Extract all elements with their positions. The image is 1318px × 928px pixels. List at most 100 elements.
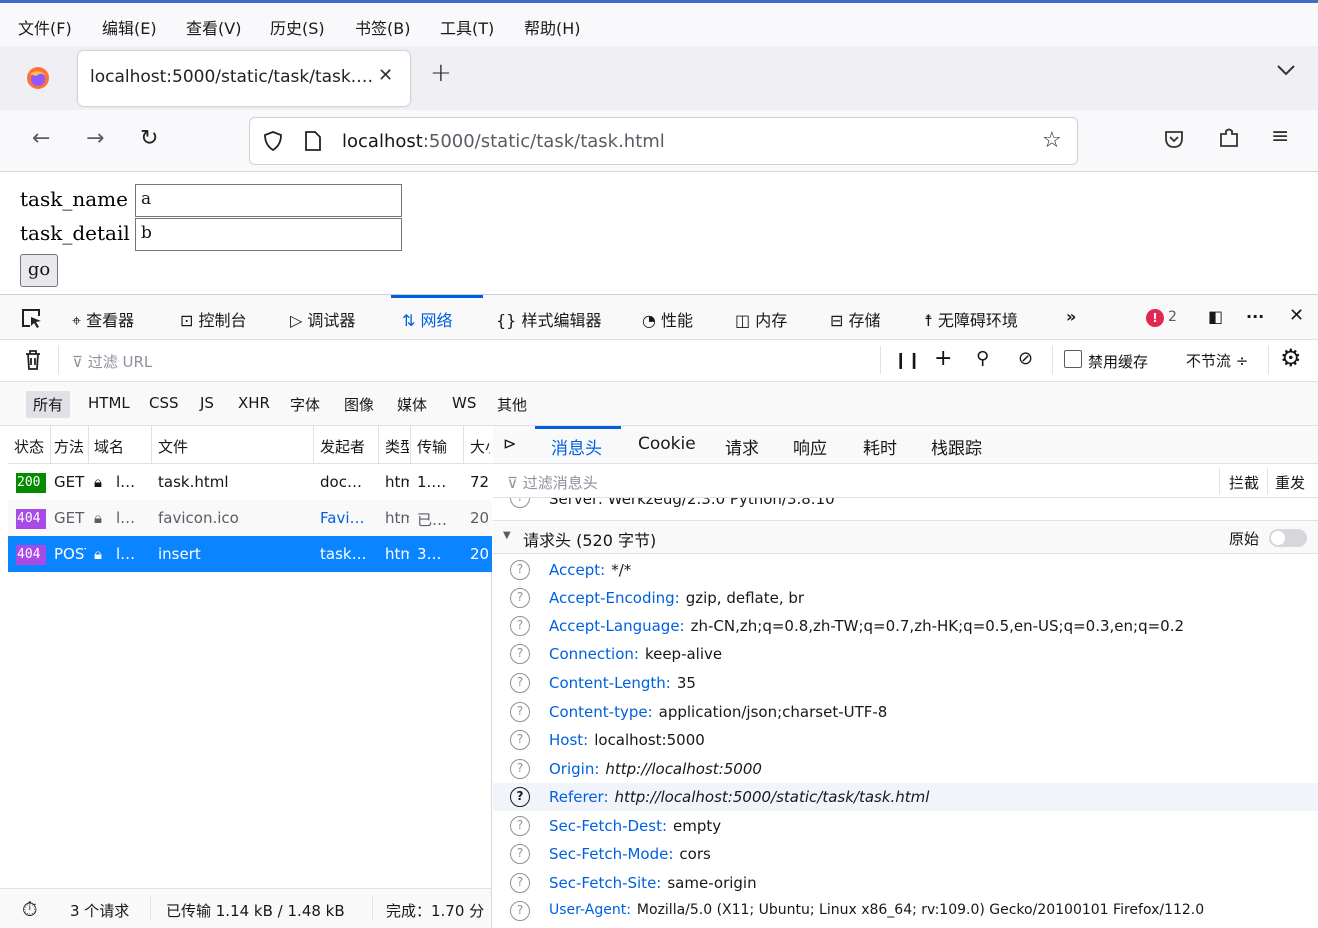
block-button[interactable]: 拦截 xyxy=(1229,472,1259,493)
tab-request[interactable]: 请求 xyxy=(725,434,759,459)
menu-help[interactable]: 帮助(H) xyxy=(524,15,581,39)
col-size[interactable]: 大小 xyxy=(470,436,490,457)
help-icon[interactable]: ? xyxy=(510,588,530,608)
stopwatch-icon[interactable]: ⏱ xyxy=(22,897,38,921)
col-transfer[interactable]: 传输 xyxy=(417,436,461,457)
url-filter-input[interactable]: ⊽ 过滤 URL xyxy=(72,351,152,372)
tab-stack-trace[interactable]: 栈跟踪 xyxy=(931,434,982,459)
tab-cookie[interactable]: Cookie xyxy=(638,434,696,454)
col-domain[interactable]: 域名 xyxy=(94,436,148,457)
help-icon[interactable]: ? xyxy=(510,759,530,779)
reload-icon[interactable]: ↻ xyxy=(140,126,158,151)
type-other[interactable]: 其他 xyxy=(497,394,527,415)
go-button[interactable]: go xyxy=(20,254,58,287)
pocket-icon[interactable] xyxy=(1163,128,1185,154)
task-name-input[interactable]: a xyxy=(135,184,402,217)
tab-inspector[interactable]: ⌖ 查看器 xyxy=(72,307,134,331)
pause-icon[interactable]: ❙❙ xyxy=(894,350,921,369)
help-icon[interactable]: ? xyxy=(510,901,530,921)
search-icon[interactable]: ⚲ xyxy=(976,348,989,369)
header-row[interactable]: ? Accept-Encoding: gzip, deflate, br xyxy=(493,584,1318,612)
tab-console[interactable]: ⊡ 控制台 xyxy=(180,307,247,331)
tab-memory[interactable]: ◫ 内存 xyxy=(735,307,787,331)
header-row[interactable]: ? Connection: keep-alive xyxy=(493,640,1318,668)
header-row[interactable]: ? Content-Length: 35 xyxy=(493,669,1318,697)
toggle-panel-icon[interactable]: ⊳ xyxy=(503,434,516,453)
header-row[interactable]: ? Accept-Language: zh-CN,zh;q=0.8,zh-TW;q… xyxy=(493,612,1318,640)
type-media[interactable]: 媒体 xyxy=(397,394,427,415)
error-count[interactable]: 2 xyxy=(1168,309,1177,325)
firefox-icon[interactable] xyxy=(26,66,50,94)
table-row[interactable]: 200 GET 🔒︎ l… task.html doc… htm 1.… 72 xyxy=(8,464,492,500)
throttle-select[interactable]: 不节流 ÷ xyxy=(1186,350,1248,371)
header-row[interactable]: ? Sec-Fetch-Site: same-origin xyxy=(493,869,1318,897)
menu-tools[interactable]: 工具(T) xyxy=(440,15,494,39)
block-icon[interactable]: ⊘ xyxy=(1018,348,1033,369)
tab-performance[interactable]: ◔ 性能 xyxy=(642,307,693,331)
request-initiator[interactable]: Favi… xyxy=(320,509,376,527)
tab-storage[interactable]: ⊟ 存储 xyxy=(830,307,881,331)
header-row[interactable]: ? Origin: http://localhost:5000 xyxy=(493,755,1318,783)
header-row[interactable]: ? Accept: */* xyxy=(493,556,1318,584)
type-js[interactable]: JS xyxy=(200,394,214,412)
col-method[interactable]: 方法 xyxy=(54,436,86,457)
help-icon[interactable]: ? xyxy=(510,844,530,864)
trash-icon[interactable] xyxy=(24,349,42,375)
page-icon[interactable] xyxy=(304,130,322,156)
header-row-highlighted[interactable]: ? Referer: http://localhost:5000/static/t… xyxy=(493,783,1318,811)
shield-icon[interactable] xyxy=(262,130,284,156)
error-icon[interactable]: ! xyxy=(1146,309,1164,327)
help-icon[interactable]: ? xyxy=(510,702,530,722)
expand-triangle-icon[interactable]: ▼ xyxy=(503,530,511,541)
menu-history[interactable]: 历史(S) xyxy=(270,15,325,39)
tab-accessibility[interactable]: ☨ 无障碍环境 xyxy=(924,307,1018,331)
back-arrow-icon[interactable]: ← xyxy=(32,126,50,151)
url-text[interactable]: localhost:5000/static/task/task.html xyxy=(342,131,665,152)
task-detail-input[interactable]: b xyxy=(135,218,402,251)
more-tabs-icon[interactable]: » xyxy=(1066,307,1076,326)
type-xhr[interactable]: XHR xyxy=(238,394,270,412)
type-css[interactable]: CSS xyxy=(149,394,179,412)
gear-icon[interactable]: ⚙ xyxy=(1280,344,1302,372)
type-ws[interactable]: WS xyxy=(452,394,476,412)
menu-file[interactable]: 文件(F) xyxy=(18,15,72,39)
dock-icon[interactable]: ◧ xyxy=(1208,307,1223,326)
url-bar[interactable]: localhost:5000/static/task/task.html ☆ xyxy=(249,117,1078,165)
new-tab-button[interactable]: + xyxy=(430,58,452,88)
col-file[interactable]: 文件 xyxy=(158,436,308,457)
help-icon[interactable]: ? xyxy=(510,787,530,807)
chevron-down-icon[interactable] xyxy=(1276,60,1296,81)
tab-active[interactable]: localhost:5000/static/task/task.html ✕ xyxy=(78,51,410,106)
header-row[interactable]: ? Sec-Fetch-Dest: empty xyxy=(493,812,1318,840)
header-filter-input[interactable]: ⊽ 过滤消息头 xyxy=(507,472,598,493)
header-row[interactable]: ? Host: localhost:5000 xyxy=(493,726,1318,754)
help-icon[interactable]: ? xyxy=(510,673,530,693)
help-icon[interactable]: ? xyxy=(510,816,530,836)
element-picker-icon[interactable] xyxy=(20,307,44,333)
help-icon[interactable]: ? xyxy=(510,498,530,508)
raw-toggle[interactable] xyxy=(1269,529,1307,547)
tab-response[interactable]: 响应 xyxy=(793,434,827,459)
header-row[interactable]: ? User-Agent: Mozilla/5.0 (X11; Ubuntu; L… xyxy=(493,897,1318,925)
tab-style-editor[interactable]: {} 样式编辑器 xyxy=(496,307,601,331)
forward-arrow-icon[interactable]: → xyxy=(86,126,104,151)
request-headers-section[interactable]: ▼ 请求头 (520 字节) 原始 xyxy=(493,520,1318,554)
tab-timings[interactable]: 耗时 xyxy=(863,434,897,459)
star-bookmark-icon[interactable]: ☆ xyxy=(1042,128,1062,153)
help-icon[interactable]: ? xyxy=(510,616,530,636)
resend-button[interactable]: 重发 xyxy=(1275,472,1305,493)
menu-bookmarks[interactable]: 书签(B) xyxy=(355,15,410,39)
header-row[interactable]: ? Sec-Fetch-Mode: cors xyxy=(493,840,1318,868)
type-all[interactable]: 所有 xyxy=(26,391,71,418)
tab-network[interactable]: ⇅ 网络 xyxy=(402,307,453,331)
menu-view[interactable]: 查看(V) xyxy=(186,15,241,39)
more-options-icon[interactable]: ··· xyxy=(1246,307,1264,326)
table-row[interactable]: 404 GET 🔒︎ l… favicon.ico Favi… htm 已… 2… xyxy=(8,500,492,536)
tab-debugger[interactable]: ▷ 调试器 xyxy=(290,307,355,331)
col-initiator[interactable]: 发起者 xyxy=(320,436,376,457)
add-request-icon[interactable]: + xyxy=(934,346,952,371)
type-images[interactable]: 图像 xyxy=(344,394,374,415)
extensions-icon[interactable] xyxy=(1217,126,1241,154)
hamburger-menu-icon[interactable]: ≡ xyxy=(1271,124,1289,149)
close-tab-icon[interactable]: ✕ xyxy=(378,65,393,86)
